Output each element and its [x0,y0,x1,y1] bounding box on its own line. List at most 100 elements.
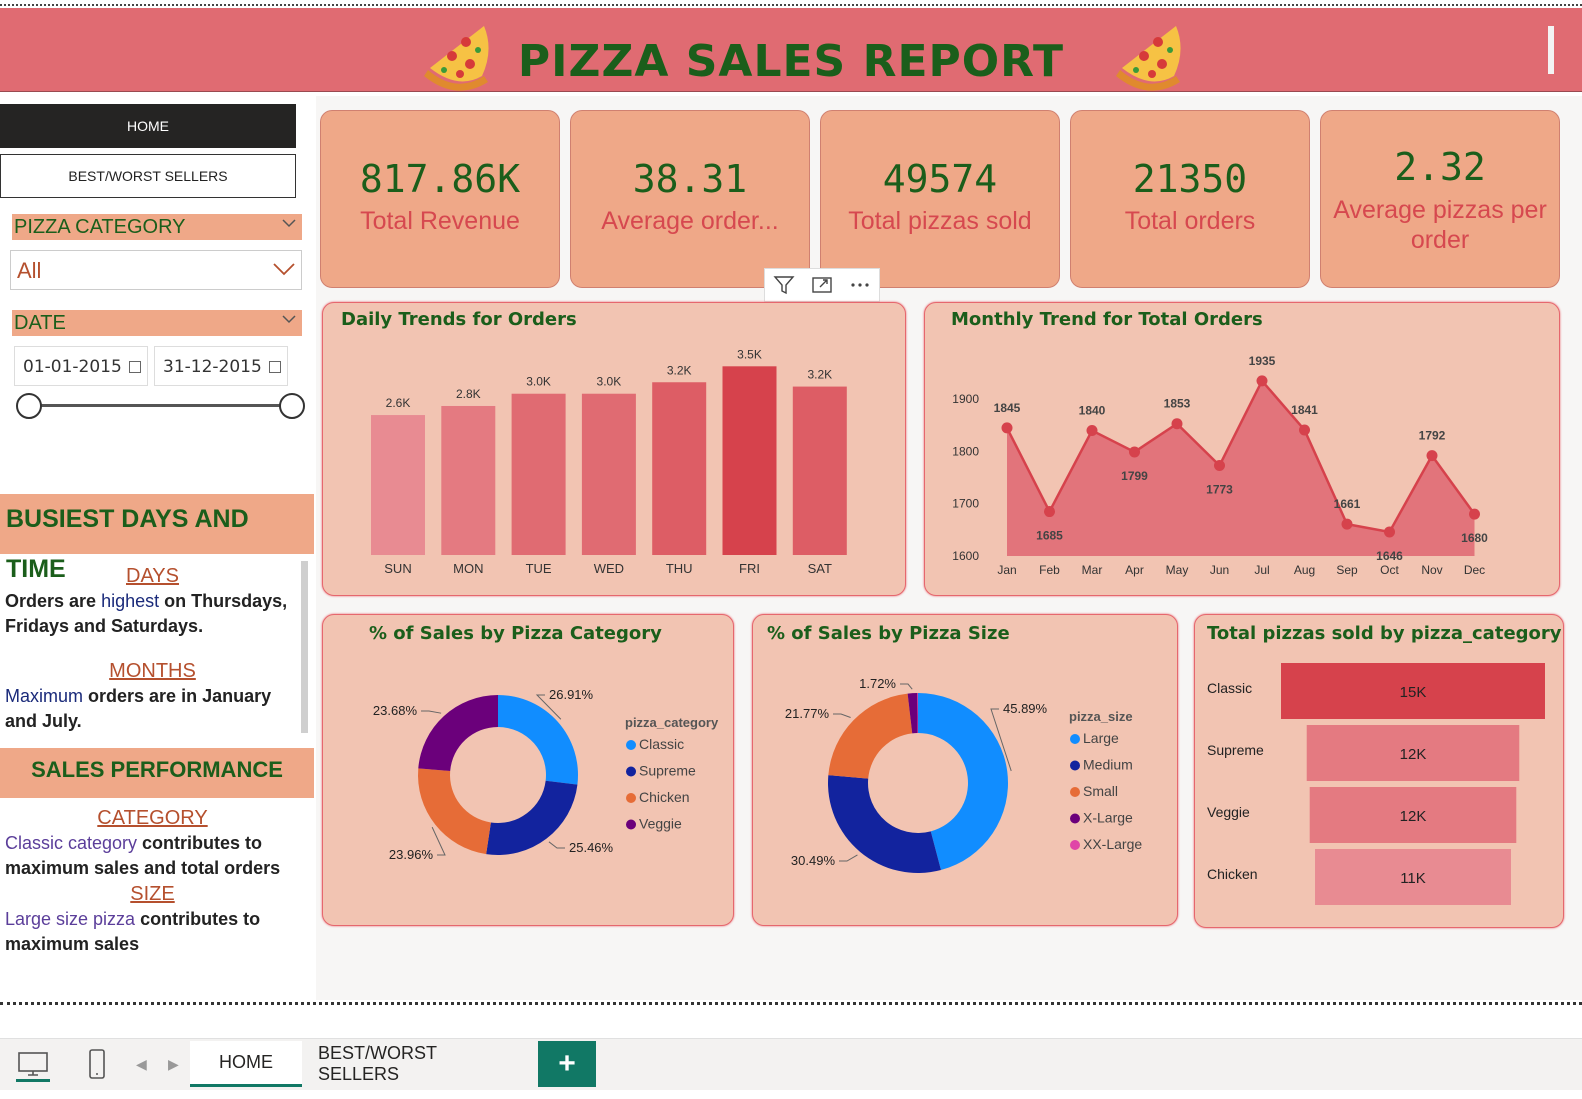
x-tick-label: Nov [1421,563,1442,577]
kpi-card-average-order-value[interactable]: 38.31 Average order... [570,110,810,288]
legend-title: pizza_category [625,715,719,730]
desktop-view-icon[interactable] [16,1047,50,1081]
legend-label: Veggie [639,816,682,832]
data-label: 3.5K [737,347,762,361]
x-tick-label: WED [594,561,624,576]
data-point [1214,460,1225,472]
leader-line [548,841,565,849]
pizza-category-dropdown[interactable]: All [10,250,302,290]
donut-slice [418,695,498,772]
insights-scrollbar[interactable] [301,561,308,733]
data-point [1384,526,1395,538]
monthly-trend-chart[interactable]: 1600 1700 1800 1900 1845 Jan 1685 Feb 1840 Mar 179… [925,303,1561,597]
x-tick-label: MON [453,561,483,576]
monthly-trend-card[interactable]: Monthly Trend for Total Orders 1600 1700 1… [924,302,1560,596]
tab-best-worst-sellers[interactable]: BEST/WORST SELLERS [318,1041,518,1087]
pizzas-by-category-chart[interactable]: 15K Classic 12K Supreme 12K Veggie 11K Chicken [1195,615,1565,929]
filter-icon[interactable] [769,271,799,299]
kpi-card-total-pizzas-sold[interactable]: 49574 Total pizzas sold [820,110,1060,288]
size-insight: SIZE Large size pizza contributes to max… [0,882,300,957]
data-label: 25.46% [569,840,614,855]
legend-title: pizza_size [1069,709,1133,724]
sidebar: HOME BEST/WORST SELLERS PIZZA CATEGORY A… [0,96,316,1006]
date-range-slider-track[interactable] [30,404,292,407]
pizzas-by-category-card[interactable]: Total pizzas sold by pizza_category 15K C… [1194,614,1564,928]
donut-slice [486,780,578,855]
kpi-value: 38.31 [632,157,748,201]
data-label: 45.89% [1003,701,1048,716]
busiest-days-header: BUSIEST DAYS AND TIME [0,494,314,583]
data-label: 1792 [1419,429,1446,443]
visual-header-toolbar [764,268,880,302]
mobile-view-icon[interactable] [80,1047,114,1081]
chevron-down-icon[interactable] [282,312,296,326]
y-tick-label: 1800 [952,444,979,458]
x-tick-label: Apr [1125,563,1144,577]
area-fill [1007,380,1475,556]
date-start-value: 01-01-2015 [23,357,122,377]
sales-by-category-card[interactable]: % of Sales by Pizza Category 26.91% 25.46… [322,614,734,926]
donut-slice [498,695,578,785]
x-tick-label: Jul [1254,563,1269,577]
date-start-input[interactable]: 01-01-2015 [14,346,148,386]
date-end-input[interactable]: 31-12-2015 [154,346,288,386]
focus-mode-icon[interactable] [807,271,837,299]
legend-marker [626,740,636,750]
report-header: PIZZA SALES REPORT [0,8,1582,92]
x-tick-label: Oct [1380,563,1399,577]
tab-home[interactable]: HOME [190,1041,302,1087]
kpi-card-average-pizzas-per-order[interactable]: 2.32 Average pizzas per order [1320,110,1560,288]
add-page-button[interactable]: + [538,1041,596,1087]
legend-label: Supreme [639,763,696,779]
category-insight: CATEGORY Classic category contributes to… [0,806,300,881]
legend-label: Classic [639,736,684,752]
data-label: 1853 [1164,397,1191,411]
sales-by-category-donut[interactable]: 26.91% 25.46% 23.96% 23.68% pizza_category Cl… [323,615,735,927]
calendar-icon[interactable] [269,361,281,373]
chevron-right-icon[interactable]: ▶ [168,1057,179,1073]
kpi-card-total-revenue[interactable]: 817.86K Total Revenue [320,110,560,288]
pizza-slice-icon [1116,26,1181,91]
days-insight-title: DAYS [126,565,179,587]
date-range-start-handle[interactable] [16,393,42,419]
date-range-end-handle[interactable] [279,393,305,419]
data-point [1044,506,1055,518]
daily-trend-chart[interactable]: 2.6K SUN 2.8K MON 3.0K TUE 3.0K WED 3.2K THU 3.5K F… [323,303,907,597]
bar [652,382,707,555]
best-worst-nav-button[interactable]: BEST/WORST SELLERS [0,154,296,198]
data-point [1129,446,1140,458]
more-options-icon[interactable] [845,271,875,299]
chevron-down-icon[interactable] [273,261,295,277]
kpi-value: 49574 [882,157,998,201]
days-insight-pre: Orders are [5,591,102,611]
category-label: Chicken [1207,866,1258,882]
calendar-icon[interactable] [129,361,141,373]
header-scrollbar[interactable] [1548,26,1554,74]
home-nav-button[interactable]: HOME [0,104,296,148]
data-label: 1935 [1249,354,1276,368]
x-tick-label: Aug [1294,563,1315,577]
kpi-value: 2.32 [1394,145,1486,189]
leader-line [421,710,442,714]
kpi-card-total-orders[interactable]: 21350 Total orders [1070,110,1310,288]
date-slicer-header[interactable]: DATE [12,310,302,336]
data-label: 3.2K [807,368,832,382]
bottom-dotted-border [0,1002,1582,1005]
data-point [1341,518,1353,530]
sales-by-size-donut[interactable]: 45.89% 30.49% 21.77% 1.72% pizza_size Large Me… [753,615,1179,927]
chevron-left-icon[interactable]: ◀ [136,1057,147,1073]
pizza-category-slicer-header[interactable]: PIZZA CATEGORY [12,214,302,240]
category-insight-highlight: Classic category [5,833,138,853]
x-tick-label: Sep [1336,563,1358,577]
date-end-value: 31-12-2015 [163,357,262,377]
sales-by-size-card[interactable]: % of Sales by Pizza Size 45.89% 30.49% 21.… [752,614,1178,926]
chevron-down-icon[interactable] [282,216,296,230]
y-tick-label: 1700 [952,497,979,511]
data-point [1426,450,1438,462]
legend-marker [1070,813,1080,824]
data-label: 23.68% [373,703,418,718]
daily-trend-card[interactable]: Daily Trends for Orders 2.6K SUN 2.8K MON 3.… [322,302,906,596]
pizza-category-slicer-label: PIZZA CATEGORY [14,216,186,238]
data-label: 12K [1400,746,1427,763]
donut-slice [418,768,491,855]
